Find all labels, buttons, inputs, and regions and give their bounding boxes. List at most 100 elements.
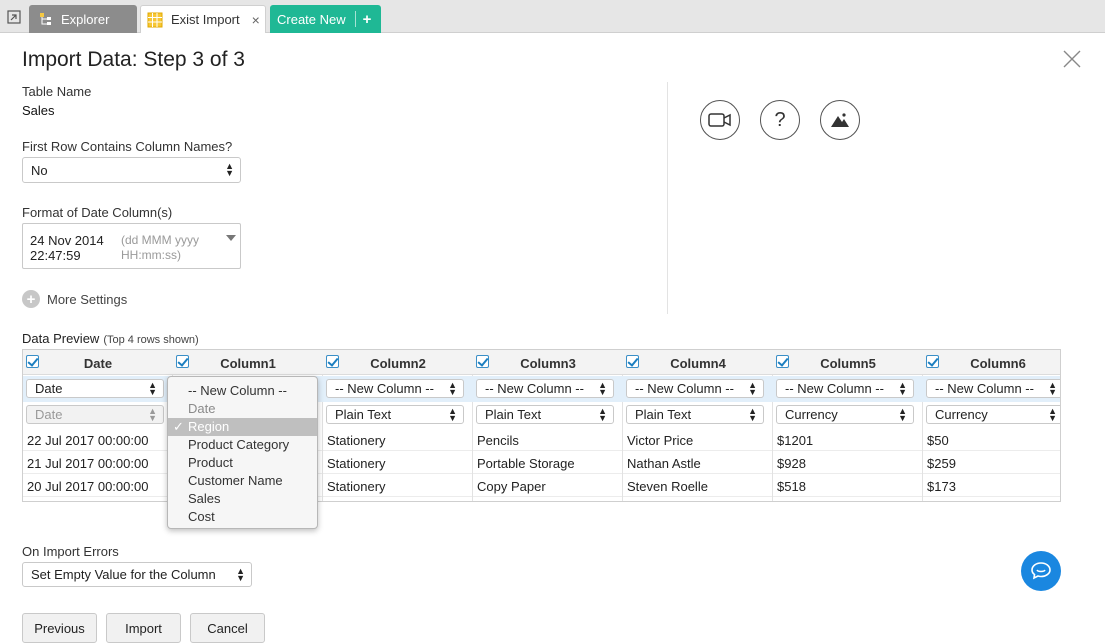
create-new-separator [354,11,356,27]
date-format-value: 24 Nov 2014 22:47:59 [30,233,104,263]
video-button[interactable] [700,100,740,140]
collapse-panel-icon[interactable] [6,9,22,25]
table-cell: $928 [777,456,806,471]
column-header-name: Date [83,356,113,371]
select-arrows-icon: ▲ ▼ [148,405,157,423]
question-mark-icon: ? [774,108,786,131]
on-import-errors-value: Set Empty Value for the Column [31,567,216,582]
column-type-value: Plain Text [485,407,542,422]
on-import-errors-select[interactable]: Set Empty Value for the Column ▲ ▼ [22,562,252,587]
dropdown-option[interactable]: Customer Name [168,472,317,490]
tab-exist-import-label: Exist Import [171,12,240,27]
table-cell: $50 [927,433,949,448]
create-new-button[interactable]: Create New + [270,5,381,33]
select-arrows-icon: ▲ ▼ [148,379,157,397]
video-camera-icon [708,113,731,127]
table-cell: Nathan Astle [627,456,701,471]
tab-explorer-label: Explorer [61,11,110,27]
dropdown-option[interactable]: Date [168,400,317,418]
page-title: Import Data: Step 3 of 3 [22,48,245,71]
column-type-select[interactable]: Plain Text ▲ ▼ [626,405,764,424]
grid-column-5: Column5 -- New Column -- ▲ ▼ Currency ▲ ▼ … [773,350,923,501]
column-mapping-value: -- New Column -- [485,381,584,396]
column-header-name: Column3 [520,356,576,371]
column-mapping-dropdown: -- New Column -- Date ✓ Region Product C… [167,376,318,529]
select-arrows-icon: ▲ ▼ [1048,405,1057,423]
dropdown-option-selected[interactable]: ✓ Region [168,418,317,436]
column-type-select[interactable]: Plain Text ▲ ▼ [476,405,614,424]
tab-exist-import[interactable]: Exist Import × [140,5,266,33]
column-type-select[interactable]: Currency ▲ ▼ [926,405,1060,424]
grid-column-3: Column3 -- New Column -- ▲ ▼ Plain Text ▲… [473,350,623,501]
cancel-button[interactable]: Cancel [190,613,265,643]
table-cell: Pencils [477,433,519,448]
column-mapping-select[interactable]: -- New Column -- ▲ ▼ [776,379,914,398]
table-cell: Stationery [327,456,386,471]
column-mapping-select[interactable]: -- New Column -- ▲ ▼ [626,379,764,398]
table-cell: $173 [927,479,956,494]
column-mapping-value: -- New Column -- [635,381,734,396]
image-button[interactable] [820,100,860,140]
column-mapping-value: -- New Column -- [785,381,884,396]
select-arrows-icon: ▲ ▼ [598,379,607,397]
first-row-value: No [31,162,48,178]
column-header-name: Column5 [820,356,876,371]
column-header: Column4 [623,350,773,375]
import-button[interactable]: Import [106,613,181,643]
dropdown-option[interactable]: Sales [168,490,317,508]
table-cell: Stationery [327,433,386,448]
column-header: Column6 [923,350,1060,375]
table-name-value: Sales [22,103,55,118]
select-arrows-icon: ▲ ▼ [898,379,907,397]
first-row-select[interactable]: No ▲ ▼ [22,157,241,183]
date-format-select[interactable]: 24 Nov 2014 22:47:59 (dd MMM yyyy HH:mm:… [22,223,241,269]
table-cell: 21 Jul 2017 00:00:00 [27,456,149,471]
column-mapping-select[interactable]: -- New Column -- ▲ ▼ [476,379,614,398]
column-type-value: Plain Text [635,407,692,422]
select-arrows-icon: ▲ ▼ [598,405,607,423]
column-header: Column3 [473,350,623,375]
on-import-errors-label: On Import Errors [22,544,119,559]
date-format-label: Format of Date Column(s) [22,205,173,220]
dropdown-option[interactable]: Product Category [168,436,317,454]
close-dialog-icon[interactable] [1061,48,1083,70]
tab-explorer[interactable]: Explorer [29,5,137,33]
column-mapping-select[interactable]: Date ▲ ▼ [26,379,164,398]
tab-bar: Explorer Exist Import × Create New + [0,0,1105,33]
column-type-select[interactable]: Plain Text ▲ ▼ [326,405,464,424]
help-button[interactable]: ? [760,100,800,140]
column-type-value: Plain Text [335,407,392,422]
chat-support-button[interactable] [1021,551,1061,591]
explorer-tree-icon [40,13,51,25]
dropdown-option[interactable]: Cost [168,508,317,526]
mountain-image-icon [831,113,849,127]
date-format-hint: (dd MMM yyyy HH:mm:ss) [121,233,199,262]
table-cell: Stationery [327,479,386,494]
dropdown-option[interactable]: -- New Column -- [168,382,317,400]
table-cell: 22 Jul 2017 00:00:00 [27,433,149,448]
table-cell: $518 [777,479,806,494]
select-arrows-icon: ▲ ▼ [448,379,457,397]
data-preview-note: (Top 4 rows shown) [103,334,199,346]
previous-button[interactable]: Previous [22,613,97,643]
column-type-value: Currency [785,407,838,422]
column-mapping-select[interactable]: -- New Column -- ▲ ▼ [326,379,464,398]
create-new-label: Create New [277,11,346,27]
column-mapping-select[interactable]: -- New Column -- ▲ ▼ [926,379,1060,398]
column-type-select: Date ▲ ▼ [26,405,164,424]
chevron-down-icon [226,235,236,241]
data-preview-heading: Data Preview (Top 4 rows shown) [22,331,199,346]
table-cell: Copy Paper [477,479,546,494]
table-cell: Steven Roelle [627,479,708,494]
close-tab-icon[interactable]: × [252,12,260,28]
more-settings-link[interactable]: + More Settings [22,290,127,308]
more-settings-label: More Settings [47,291,128,307]
column-type-select[interactable]: Currency ▲ ▼ [776,405,914,424]
grid-column-2: Column2 -- New Column -- ▲ ▼ Plain Text ▲… [323,350,473,501]
table-name-label: Table Name [22,84,92,99]
grid-column-date: Date Date ▲ ▼ Date ▲ ▼ 22 Jul 2017 00:00:0… [23,350,173,501]
vertical-divider [667,82,668,314]
grid-column-6: Column6 -- New Column -- ▲ ▼ Currency ▲ ▼ … [923,350,1060,501]
dropdown-option[interactable]: Product [168,454,317,472]
create-new-plus-icon[interactable]: + [363,11,372,28]
